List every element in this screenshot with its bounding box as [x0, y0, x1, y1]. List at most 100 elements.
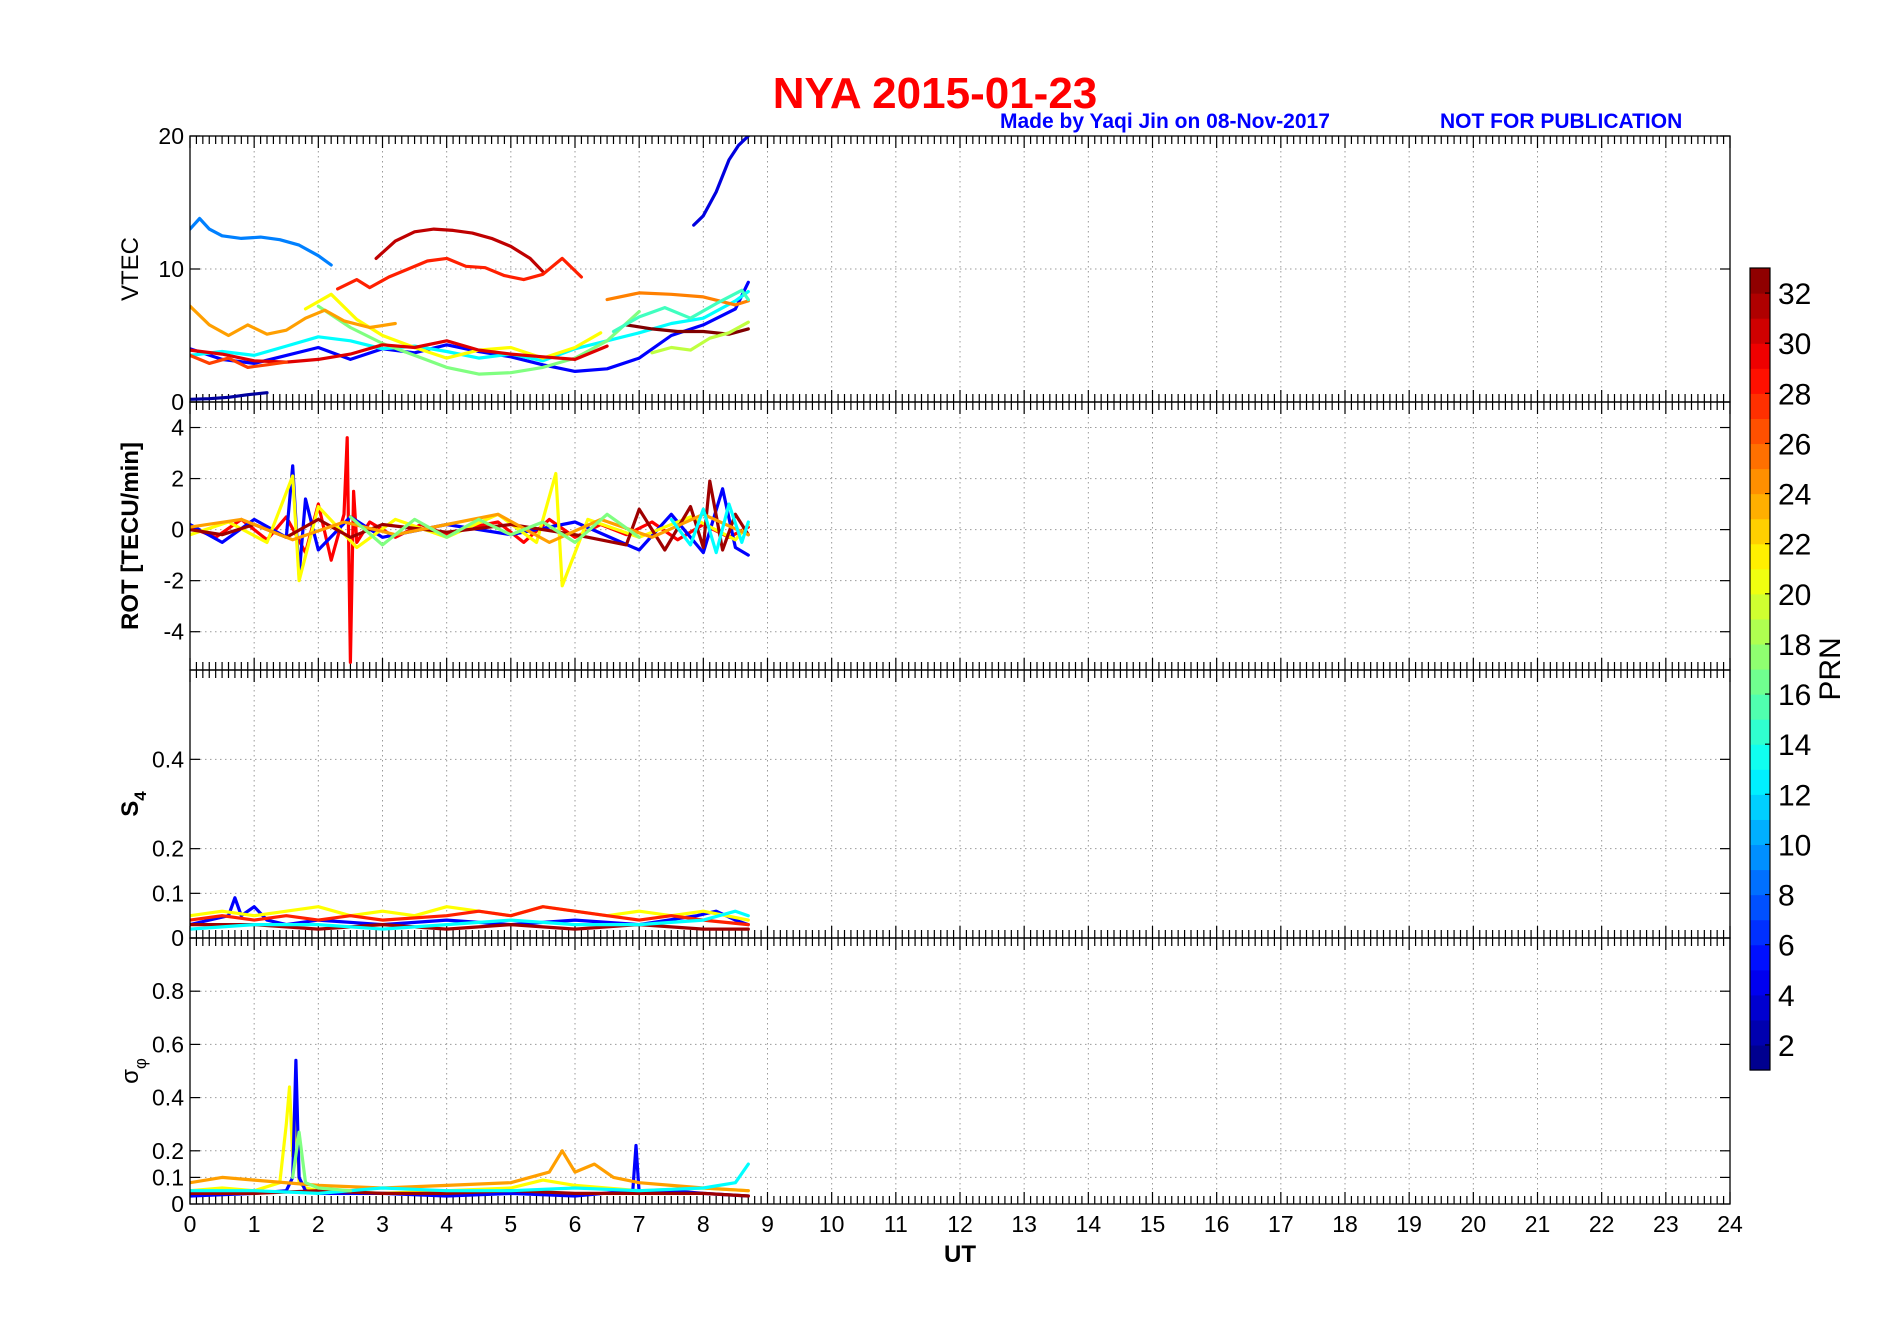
y-tick-label: 0.4 [152, 1085, 184, 1111]
colorbar: 2468101214161820222426283032PRN [1749, 267, 1847, 1071]
colorbar-tick-label: 6 [1778, 930, 1795, 963]
y-tick-label: 0.1 [152, 880, 184, 906]
y-tick-label: 10 [158, 256, 184, 282]
series-group [190, 896, 750, 931]
y-tick-label: 4 [171, 415, 184, 441]
series-prn-4 [692, 136, 750, 227]
x-axis: 0 1 2 3 4 5 6 7 8 9 10 11 12 13 14 15 16 17 18 19 20 21 22 23 24… [184, 1211, 1743, 1268]
colorbar-label: PRN [1814, 637, 1847, 700]
colorbar-tick-label: 8 [1778, 880, 1795, 913]
colorbar-band [1750, 844, 1770, 871]
colorbar-band [1750, 393, 1770, 419]
colorbar-band [1750, 643, 1770, 670]
colorbar-band [1750, 418, 1770, 445]
y-tick-label: 20 [158, 123, 184, 149]
colorbar-band [1750, 994, 1770, 1021]
series-prn-2 [190, 391, 269, 401]
colorbar-tick-label: 10 [1778, 829, 1811, 862]
y-axis-label: ROT [TECU/min] [117, 442, 144, 630]
colorbar-band [1750, 1044, 1770, 1071]
y-tick-label: 2 [171, 466, 184, 492]
x-tick-label: 7 [633, 1211, 646, 1237]
x-tick-label: 11 [884, 1211, 908, 1237]
colorbar-band [1750, 593, 1770, 620]
y-tick-label: 0.2 [152, 836, 184, 862]
x-tick-label: 0 [184, 1211, 197, 1237]
x-tick-label: 15 [1140, 1211, 1166, 1237]
colorbar-band [1750, 819, 1770, 846]
colorbar-band [1750, 618, 1770, 645]
x-tick-label: 6 [569, 1211, 582, 1237]
colorbar-band [1750, 744, 1770, 770]
y-tick-label: 0.8 [152, 978, 184, 1004]
colorbar-band [1750, 318, 1770, 344]
colorbar-band [1750, 944, 1770, 971]
y-tick-label: 0 [171, 389, 184, 415]
y-tick-label: 0.1 [152, 1164, 184, 1190]
scintillation-figure: NYA 2015-01-23 Made by Yaqi Jin on 08-No… [117, 69, 1847, 1268]
colorbar-band [1750, 493, 1770, 520]
colorbar-band [1750, 293, 1770, 319]
x-tick-label: 1 [248, 1211, 261, 1237]
y-tick-label: 0.4 [152, 746, 184, 772]
colorbar-band [1750, 669, 1770, 695]
colorbar-band [1750, 1019, 1770, 1046]
colorbar-tick-label: 28 [1778, 378, 1811, 411]
colorbar-band [1750, 794, 1770, 820]
x-tick-label: 5 [504, 1211, 517, 1237]
panel-4: 00.10.2 0.4 0.6 0.8 σφ [117, 937, 1731, 1217]
colorbar-tick-label: 14 [1778, 729, 1811, 762]
y-tick-label: -2 [164, 568, 184, 594]
colorbar-tick-label: 4 [1778, 980, 1795, 1013]
panel-3: 0 0.1 0.2 0.4S4 [117, 669, 1731, 951]
colorbar-tick-label: 30 [1778, 328, 1811, 361]
colorbar-tick-label: 24 [1778, 479, 1811, 512]
series-prn-5 [190, 1058, 750, 1198]
x-tick-label: 17 [1268, 1211, 1294, 1237]
colorbar-tick-label: 22 [1778, 529, 1811, 562]
colorbar-band [1750, 769, 1770, 795]
series-group [190, 1058, 750, 1198]
colorbar-band [1750, 869, 1770, 896]
colorbar-band [1750, 568, 1770, 595]
x-tick-label: 19 [1396, 1211, 1422, 1237]
series-group [190, 436, 750, 664]
x-tick-label: 22 [1589, 1211, 1615, 1237]
x-tick-label: 4 [440, 1211, 453, 1237]
series-prn-28 [336, 256, 584, 291]
x-tick-label: 10 [819, 1211, 845, 1237]
panel-1: 0 10 20 VTEC [117, 123, 1731, 415]
colorbar-band [1750, 518, 1770, 545]
y-tick-label: 0 [171, 925, 184, 951]
x-tick-label: 23 [1653, 1211, 1679, 1237]
series-prn-32 [190, 479, 750, 552]
y-axis-label: σφ [117, 1058, 150, 1084]
y-axis-label: S4 [117, 791, 150, 817]
y-tick-label: 0.2 [152, 1138, 184, 1164]
x-tick-label: 8 [697, 1211, 710, 1237]
colorbar-band [1750, 543, 1770, 570]
series-prn-24 [190, 304, 397, 338]
colorbar-band [1750, 919, 1770, 946]
y-tick-label: 0 [171, 1191, 184, 1217]
panels-group: 01020VTEC-4-2024ROT [TECU/min]00.10.20.4… [117, 123, 1731, 1217]
x-tick-label: 2 [312, 1211, 325, 1237]
x-tick-label: 20 [1461, 1211, 1487, 1237]
y-tick-label: -4 [164, 619, 185, 645]
colorbar-tick-label: 12 [1778, 779, 1811, 812]
x-tick-label: 13 [1011, 1211, 1037, 1237]
series-prn-21 [190, 1085, 750, 1196]
colorbar-tick-label: 18 [1778, 629, 1811, 662]
x-tick-label: 3 [376, 1211, 389, 1237]
x-tick-label: 18 [1332, 1211, 1358, 1237]
credit-author: Made by Yaqi Jin on 08-Nov-2017 [1000, 110, 1330, 133]
x-tick-label: 24 [1717, 1211, 1743, 1237]
x-tick-label: 21 [1525, 1211, 1551, 1237]
colorbar-tick-label: 16 [1778, 679, 1811, 712]
series-group [190, 136, 750, 401]
colorbar-band [1750, 694, 1770, 720]
x-tick-label: 12 [947, 1211, 973, 1237]
y-tick-label: 0 [171, 517, 184, 543]
colorbar-band [1750, 969, 1770, 996]
series-prn-9 [190, 216, 333, 267]
